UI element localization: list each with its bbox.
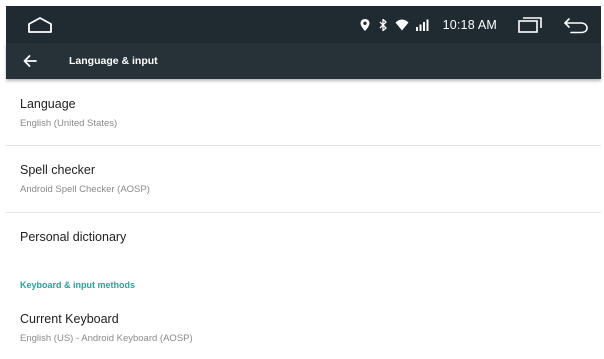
setting-spell-checker-title: Spell checker bbox=[20, 163, 96, 177]
bluetooth-icon bbox=[379, 18, 387, 31]
arrow-left-icon[interactable] bbox=[22, 53, 38, 69]
status-icons: 10:18 AM bbox=[359, 6, 593, 43]
recents-icon[interactable] bbox=[517, 15, 543, 35]
app-bar: Language & input bbox=[6, 43, 601, 79]
setting-spell-checker-summary: Android Spell Checker (AOSP) bbox=[20, 184, 150, 195]
setting-current-keyboard-summary: English (US) - Android Keyboard (AOSP) bbox=[20, 333, 193, 344]
wifi-icon bbox=[395, 19, 409, 30]
setting-current-keyboard[interactable]: Current Keyboard English (US) - Android … bbox=[6, 302, 601, 352]
setting-personal-dictionary-title: Personal dictionary bbox=[20, 230, 127, 244]
signal-icon bbox=[415, 19, 429, 31]
home-icon[interactable] bbox=[26, 15, 54, 35]
setting-spell-checker[interactable]: Spell checker Android Spell Checker (AOS… bbox=[6, 146, 601, 212]
setting-language-summary: English (United States) bbox=[20, 118, 118, 129]
setting-language-title: Language bbox=[20, 97, 76, 111]
location-icon bbox=[360, 18, 370, 31]
screen: 10:18 AM Language & input Language Engli… bbox=[0, 0, 604, 359]
page-title: Language & input bbox=[69, 55, 158, 67]
back-icon[interactable] bbox=[563, 15, 589, 35]
setting-personal-dictionary[interactable]: Personal dictionary bbox=[6, 213, 601, 263]
status-clock: 10:18 AM bbox=[442, 17, 497, 32]
setting-language[interactable]: Language English (United States) bbox=[6, 80, 601, 145]
section-header-keyboard: Keyboard & input methods bbox=[20, 280, 136, 290]
setting-current-keyboard-title: Current Keyboard bbox=[20, 312, 119, 326]
status-bar: 10:18 AM bbox=[6, 6, 601, 43]
